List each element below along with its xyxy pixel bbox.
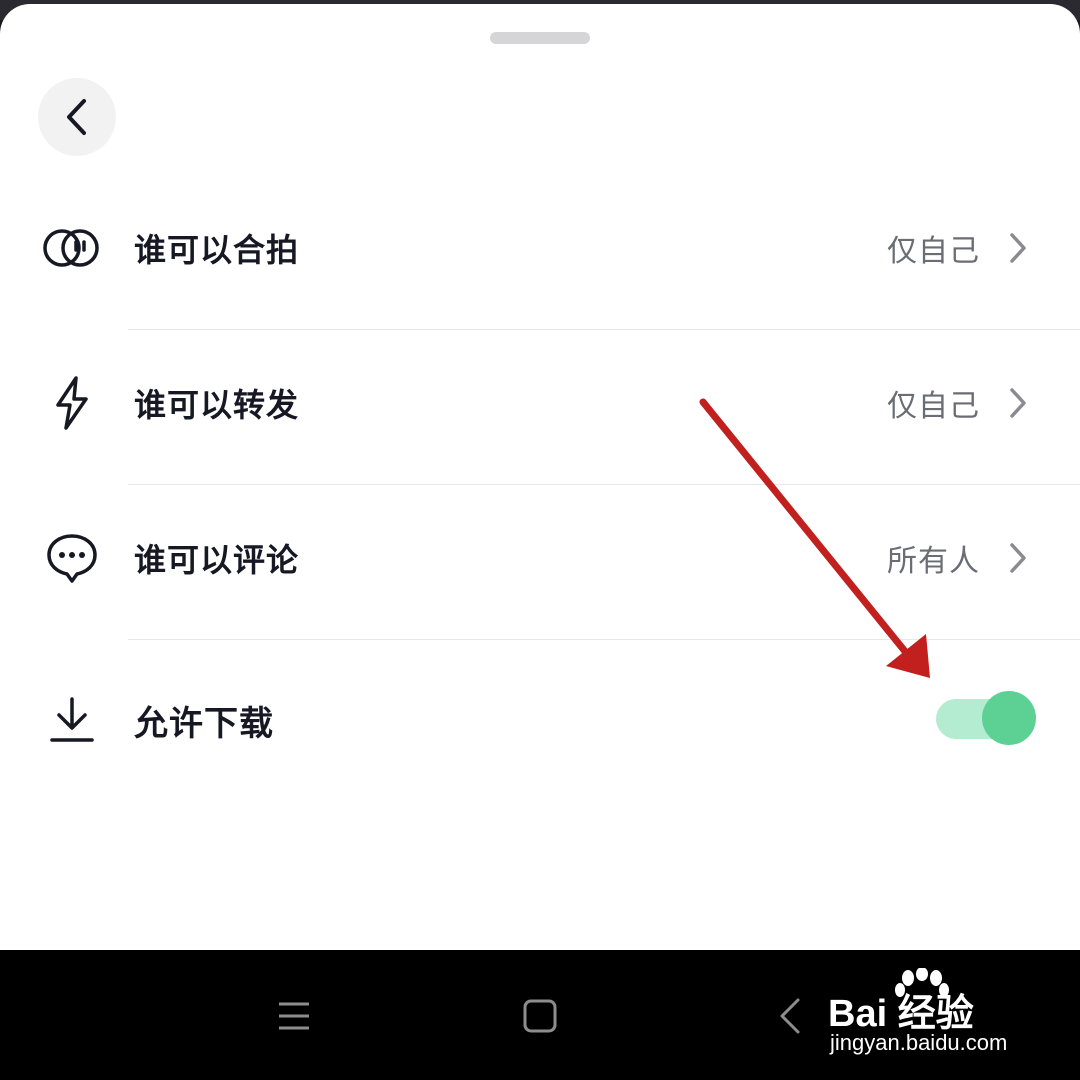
sheet-grabber[interactable] [490, 32, 590, 44]
lightning-icon [40, 371, 104, 435]
setting-label: 谁可以合拍 [134, 231, 300, 269]
permission-settings-sheet: 谁可以合拍 仅自己 谁可以转发 仅自己 谁可以评论 所有人 允许下载 [0, 4, 1080, 950]
back-triangle-icon [780, 998, 800, 1034]
home-button[interactable] [510, 986, 570, 1046]
back-button[interactable] [38, 78, 116, 156]
chevron-right-icon [1004, 383, 1032, 423]
download-label: 允许下载 [134, 703, 274, 744]
setting-row-forward[interactable]: 谁可以转发 仅自己 [0, 326, 1080, 480]
duet-icon [40, 216, 104, 280]
system-back-button[interactable] [760, 986, 820, 1046]
setting-row-download: 允许下载 [0, 642, 1080, 798]
setting-row-comment[interactable]: 谁可以评论 所有人 [0, 481, 1080, 635]
menu-icon [279, 1002, 309, 1030]
setting-row-duet[interactable]: 谁可以合拍 仅自己 [0, 171, 1080, 325]
setting-label: 谁可以评论 [134, 541, 300, 579]
chevron-right-icon [1004, 228, 1032, 268]
toggle-knob [982, 691, 1036, 745]
setting-value: 所有人 [887, 544, 980, 579]
row-divider [128, 639, 1080, 640]
baidu-jingyan-watermark: Bai 经验 jingyan.baidu.com [828, 968, 1068, 1064]
allow-download-toggle[interactable] [936, 691, 1036, 747]
comment-icon [40, 526, 104, 590]
setting-label: 谁可以转发 [134, 386, 300, 424]
menu-button[interactable] [264, 986, 324, 1046]
setting-value: 仅自己 [887, 234, 980, 269]
setting-value: 仅自己 [887, 389, 980, 424]
square-home-icon [523, 999, 557, 1033]
watermark-logo-text: Bai 经验 [828, 993, 974, 1035]
chevron-right-icon [1004, 538, 1032, 578]
watermark-url: jingyan.baidu.com [830, 1030, 1008, 1055]
download-icon [40, 688, 104, 752]
chevron-left-icon [67, 99, 86, 135]
